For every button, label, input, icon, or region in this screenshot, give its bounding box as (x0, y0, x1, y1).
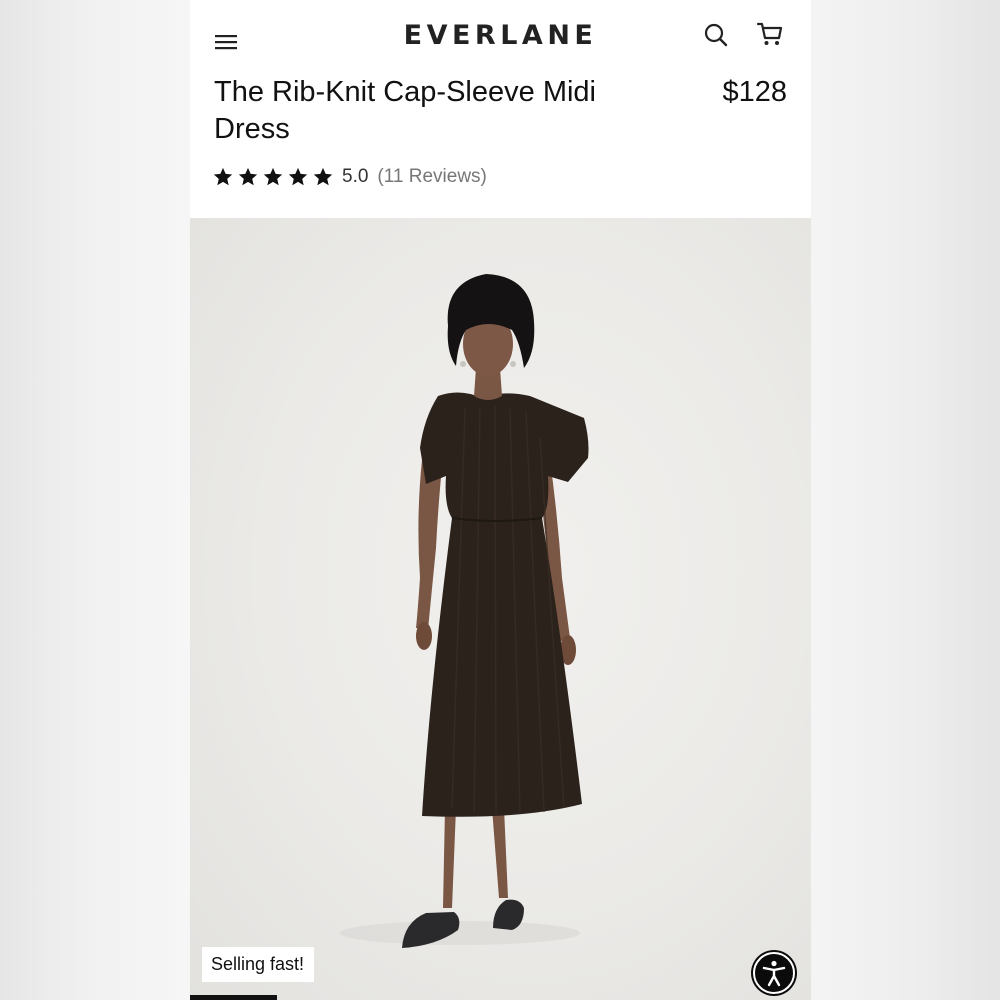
site-header: EVERLANE The Rib-Knit Cap-Sleeve Midi Dr… (190, 0, 811, 218)
star-rating (212, 166, 334, 188)
star-icon (313, 167, 333, 186)
accessibility-icon (753, 952, 795, 994)
search-icon[interactable] (703, 22, 729, 48)
product-title: The Rib-Knit Cap-Sleeve Midi Dress (214, 76, 596, 145)
star-icon (288, 167, 308, 186)
selling-fast-badge: Selling fast! (202, 947, 315, 982)
rating-value: 5.0 (342, 166, 369, 187)
product-price: $128 (722, 76, 787, 108)
gallery-progress-bar (190, 995, 277, 1000)
product-rating: 5.0 (11 Reviews) (212, 164, 487, 190)
star-icon (238, 167, 258, 186)
star-icon (263, 167, 283, 186)
accessibility-button[interactable] (751, 950, 797, 996)
star-icon (213, 167, 233, 186)
model-photo (340, 274, 589, 948)
shopping-cart-icon[interactable] (756, 20, 784, 48)
product-image[interactable]: Selling fast! (190, 218, 811, 1000)
reviews-link[interactable]: (11 Reviews) (377, 166, 486, 188)
product-page: EVERLANE The Rib-Knit Cap-Sleeve Midi Dr… (190, 0, 811, 1000)
